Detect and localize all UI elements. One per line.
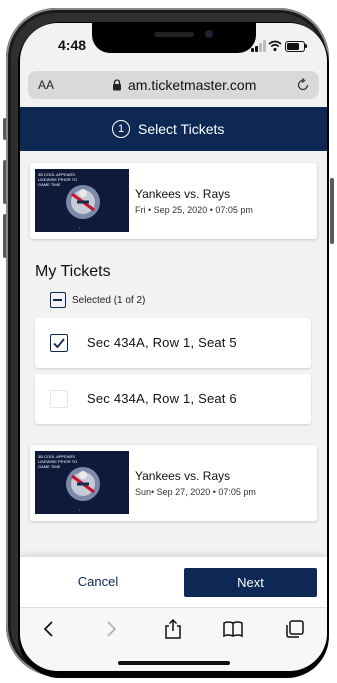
main-content: 3B COOL APPEARS LIKEWISE PRIOR TO GAME T… — [20, 151, 327, 557]
event-date: Fri • Sep 25, 2020 • 07:05 pm — [135, 205, 253, 215]
address-bar[interactable]: AA am.ticketmaster.com — [28, 71, 319, 99]
share-icon[interactable] — [162, 618, 184, 640]
notch — [92, 23, 256, 53]
url-text[interactable]: am.ticketmaster.com — [128, 77, 256, 93]
seat-checkbox-checked[interactable] — [50, 334, 68, 352]
seat-label: Sec 434A, Row 1, Seat 6 — [87, 391, 237, 406]
step-number-badge: 1 — [112, 120, 130, 138]
status-time: 4:48 — [58, 37, 87, 53]
speaker-grille — [154, 32, 194, 37]
step-header: 1 Select Tickets — [20, 107, 327, 151]
phone-screen: 4:48 AA am.ticketmaster.com 1 Select Tic… — [20, 23, 327, 671]
event-image: 3B COOL APPEARS LIKEWISE PRIOR TO GAME T… — [35, 169, 129, 232]
status-icons — [251, 40, 307, 52]
yankees-logo-icon — [66, 467, 100, 501]
text-size-button[interactable]: AA — [38, 78, 54, 92]
back-icon[interactable] — [38, 618, 60, 640]
front-camera — [205, 30, 213, 38]
event-image: 3B COOL APPEARS LIKEWISE PRIOR TO GAME T… — [35, 451, 129, 514]
seat-row[interactable]: Sec 434A, Row 1, Seat 6 — [35, 374, 311, 424]
forward-icon[interactable] — [100, 618, 122, 640]
seat-label: Sec 434A, Row 1, Seat 5 — [87, 335, 237, 350]
seat-checkbox-unchecked[interactable] — [50, 390, 68, 408]
wifi-icon — [268, 40, 282, 52]
bookmarks-icon[interactable] — [222, 618, 244, 640]
cancel-button[interactable]: Cancel — [58, 568, 138, 594]
next-button[interactable]: Next — [184, 568, 317, 597]
browser-toolbar — [20, 607, 327, 671]
action-bar: Cancel Next — [20, 557, 327, 607]
power-button — [330, 178, 334, 244]
battery-icon — [285, 41, 305, 52]
event-card[interactable]: 3B COOL APPEARS LIKEWISE PRIOR TO GAME T… — [30, 445, 317, 521]
event-title: Yankees vs. Rays — [135, 187, 231, 201]
image-footnote: ▪ — [79, 226, 81, 230]
selected-count-label: Selected (1 of 2) — [72, 294, 146, 306]
page-title: Select Tickets — [138, 121, 225, 137]
indeterminate-checkbox[interactable] — [50, 292, 66, 308]
event-title: Yankees vs. Rays — [135, 469, 231, 483]
lock-icon — [113, 79, 121, 91]
my-tickets-heading: My Tickets — [35, 263, 111, 280]
checkmark-icon — [53, 338, 65, 349]
signal-icon — [251, 40, 267, 52]
home-indicator — [118, 661, 230, 665]
event-date: Sun• Sep 27, 2020 • 07:05 pm — [135, 487, 256, 497]
reload-icon[interactable] — [295, 77, 311, 93]
seat-row[interactable]: Sec 434A, Row 1, Seat 5 — [35, 318, 311, 368]
select-all-control[interactable]: Selected (1 of 2) — [50, 291, 145, 309]
yankees-logo-icon — [66, 185, 100, 219]
event-card[interactable]: 3B COOL APPEARS LIKEWISE PRIOR TO GAME T… — [30, 163, 317, 239]
image-footnote: ▪ — [79, 508, 81, 512]
tabs-icon[interactable] — [284, 618, 306, 640]
status-bar: 4:48 — [20, 23, 327, 67]
